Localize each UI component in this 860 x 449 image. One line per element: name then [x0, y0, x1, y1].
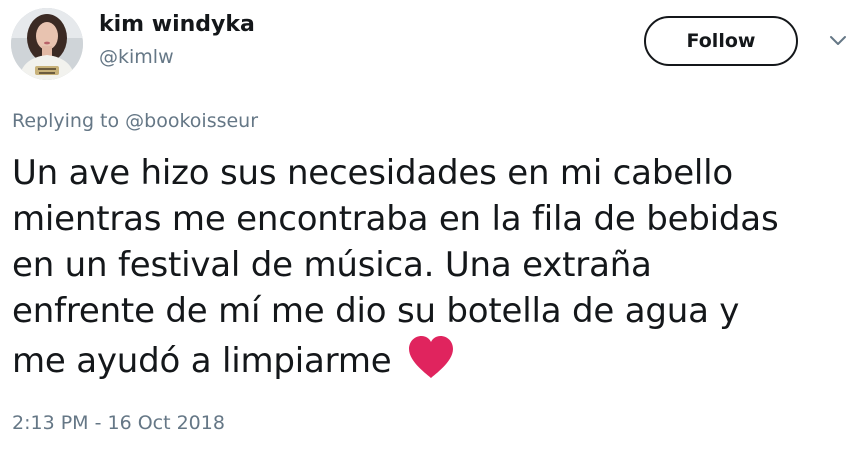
tweet-text-line: enfrente de mí me dio su botella de agua… — [12, 291, 740, 331]
chevron-down-icon[interactable] — [828, 34, 848, 48]
heart-icon — [409, 336, 454, 378]
user-handle[interactable]: @kimlw — [99, 46, 174, 68]
user-display-name[interactable]: kim windyka — [99, 12, 255, 37]
tweet-text-line-content: me ayudó a limpiarme — [12, 341, 392, 381]
reply-prefix: Replying to — [12, 110, 126, 132]
tweet-text-line-last: me ayudó a limpiarme — [12, 334, 858, 384]
tweet-card: kim windyka @kimlw Follow Replying to @b… — [0, 0, 860, 449]
reply-mention-link[interactable]: @bookoisseur — [125, 110, 258, 132]
reply-context: Replying to @bookoisseur — [12, 110, 258, 132]
follow-button[interactable]: Follow — [644, 16, 798, 66]
tweet-timestamp[interactable]: 2:13 PM - 16 Oct 2018 — [12, 412, 225, 434]
avatar[interactable] — [11, 8, 83, 80]
tweet-text-line: en un festival de música. Una extraña — [12, 245, 652, 285]
tweet-text: Un ave hizo sus necesidades en mi cabell… — [12, 150, 858, 384]
tweet-text-line: mientras me encontraba en la fila de beb… — [12, 199, 779, 239]
avatar-photo — [11, 8, 83, 80]
tweet-text-line: Un ave hizo sus necesidades en mi cabell… — [12, 153, 734, 193]
